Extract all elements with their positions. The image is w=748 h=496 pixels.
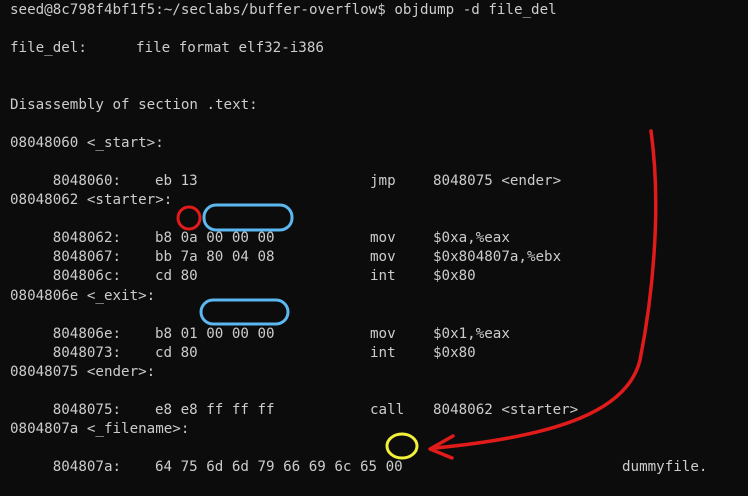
disasm-row: 8048075: e8 e8 ff ff ff call 8048062 <start… xyxy=(10,382,579,418)
symbol-label: 08048075 <ender>: xyxy=(10,364,156,380)
row-address: 8048075: xyxy=(44,402,122,418)
row-bytes: bb 7a 80 04 08 xyxy=(155,249,275,265)
row-mnemonic: int xyxy=(370,345,396,361)
disasm-row: 8048073: cd 80 int $0x80 xyxy=(10,325,476,361)
disasm-row: 804806c: cd 80 int $0x80 xyxy=(10,248,476,284)
row-bytes: cd 80 xyxy=(155,268,198,284)
disasm-row: 804807a: 64 75 6d 6d 79 66 69 6c 65 00 dum… xyxy=(10,439,708,475)
disasm-row: 8048067: bb 7a 80 04 08 mov $0x804807a,%ebx xyxy=(10,229,561,265)
terminal-window[interactable]: seed@8c798f4bf1f5:~/seclabs/buffer-overf… xyxy=(0,0,748,475)
row-ascii: dummyfile. xyxy=(622,459,708,475)
row-address: 804807a: xyxy=(44,459,122,475)
row-operands: $0xa,%eax xyxy=(433,230,510,246)
symbol-label: 0804807a <_filename>: xyxy=(10,421,190,437)
row-bytes: b8 01 00 00 00 xyxy=(155,326,275,342)
row-mnemonic: mov xyxy=(370,249,396,265)
row-operands: $0x80 xyxy=(433,345,476,361)
row-bytes: e8 e8 ff ff ff xyxy=(155,402,275,418)
row-bytes: cd 80 xyxy=(155,345,198,361)
row-operands: $0x1,%eax xyxy=(433,326,510,342)
row-mnemonic: jmp xyxy=(370,173,396,189)
row-mnemonic: mov xyxy=(370,230,396,246)
row-address: 8048060: xyxy=(44,173,122,189)
row-address: 804806c: xyxy=(44,268,122,284)
row-bytes: 64 75 6d 6d 79 66 69 6c 65 00 xyxy=(155,459,403,475)
row-address: 8048073: xyxy=(44,345,122,361)
row-operands: 8048062 <starter> xyxy=(433,402,579,418)
disasm-row: 8048062: b8 0a 00 00 00 mov $0xa,%eax xyxy=(10,210,510,246)
file-name: file_del: xyxy=(10,40,87,56)
row-mnemonic: mov xyxy=(370,326,396,342)
prompt-command: objdump -d file_del xyxy=(385,2,557,18)
row-bytes: b8 0a 00 00 00 xyxy=(155,230,275,246)
row-bytes: eb 13 xyxy=(155,173,198,189)
disasm-row: 8048060: eb 13 jmp 8048075 <ender> xyxy=(10,153,561,189)
symbol-label: 0804806e <_exit>: xyxy=(10,288,156,304)
disasm-row: 804806e: b8 01 00 00 00 mov $0x1,%eax xyxy=(10,306,510,342)
row-operands: $0x80 xyxy=(433,268,476,284)
file-header-line: file_del: file format elf32-i386 xyxy=(10,39,324,58)
section-header: Disassembly of section .text: xyxy=(10,97,258,113)
prompt-user-host: seed@8c798f4bf1f5 xyxy=(10,2,156,18)
row-mnemonic: call xyxy=(370,402,405,418)
row-operands: 8048075 <ender> xyxy=(433,173,562,189)
symbol-label: 08048062 <starter>: xyxy=(10,192,173,208)
row-mnemonic: int xyxy=(370,268,396,284)
symbol-label: 08048060 <_start>: xyxy=(10,135,164,151)
row-operands: $0x804807a,%ebx xyxy=(433,249,562,265)
prompt-line: seed@8c798f4bf1f5:~/seclabs/buffer-overf… xyxy=(10,1,557,20)
prompt-path: :~/seclabs/buffer-overflow$ xyxy=(155,2,386,18)
file-format: file format elf32-i386 xyxy=(136,40,324,56)
